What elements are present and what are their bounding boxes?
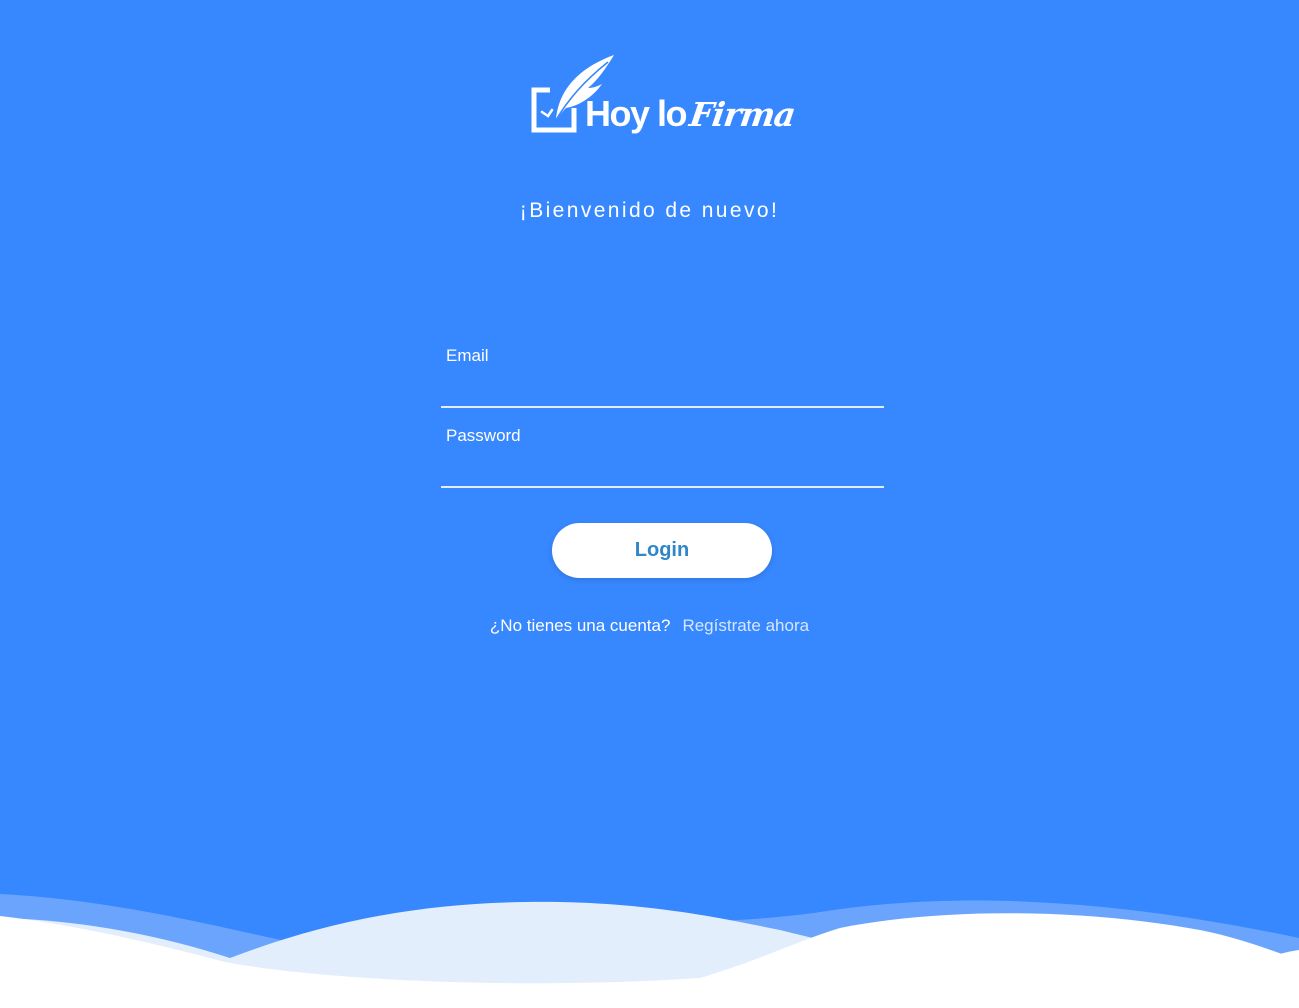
decorative-waves [0,894,1299,1008]
email-field[interactable] [446,374,878,402]
signup-row: ¿No tienes una cuenta? Regístrate ahora [0,616,1299,636]
login-button[interactable]: Login [552,523,772,578]
password-field[interactable] [446,454,878,482]
email-label: Email [446,346,489,365]
brand-name-hoylo: Hoy lo [585,93,688,134]
login-form: Email Password [441,342,884,488]
brand-name-firma: Firma [687,95,798,134]
register-link[interactable]: Regístrate ahora [682,616,809,635]
password-label: Password [446,426,521,445]
signup-question: ¿No tienes una cuenta? [489,616,671,635]
password-field-group: Password [441,422,884,488]
email-field-group: Email [441,342,884,408]
welcome-heading: ¡Bienvenido de nuevo! [519,199,780,222]
brand-logo: Hoy lo Firma [528,50,803,145]
